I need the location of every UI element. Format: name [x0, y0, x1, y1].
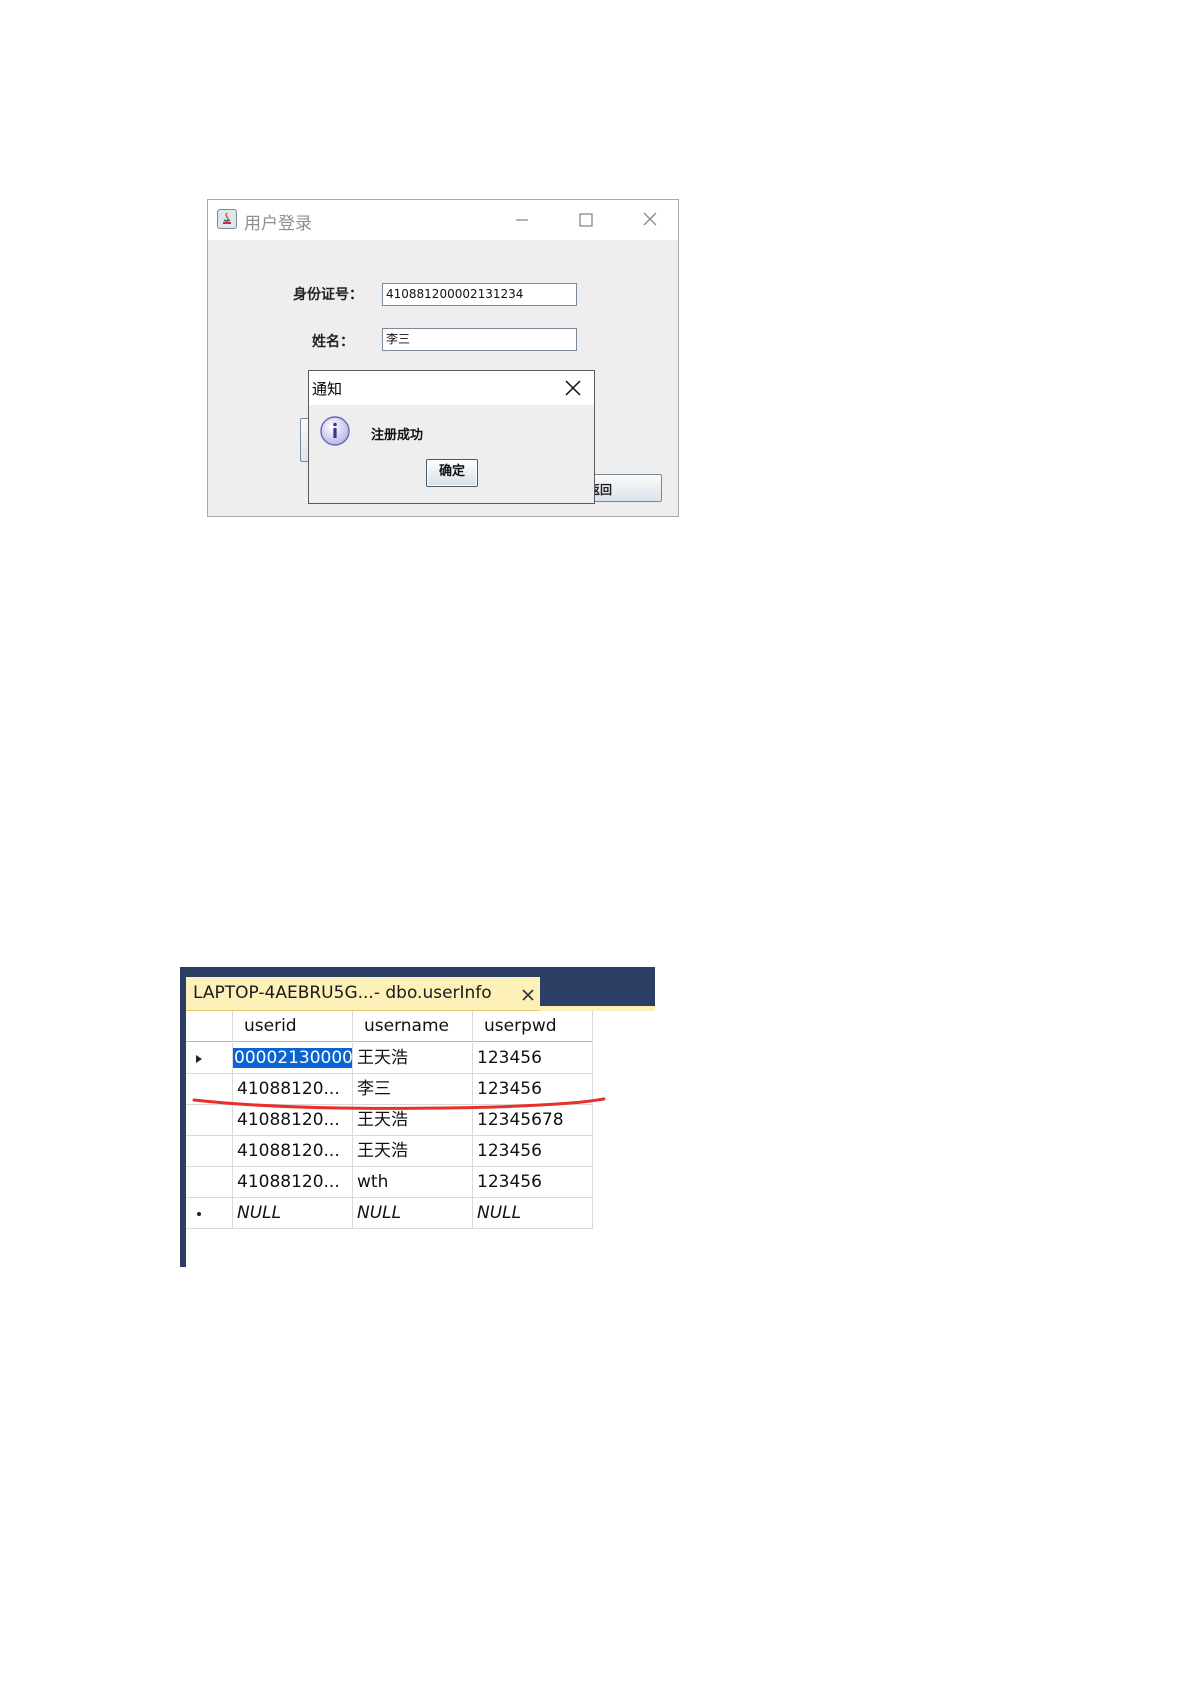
- close-icon[interactable]: [563, 378, 583, 398]
- red-underline-annotation: [192, 1097, 606, 1110]
- close-icon[interactable]: [638, 209, 662, 231]
- dialog-message: 注册成功: [371, 428, 424, 443]
- window-title: 用户登录: [244, 214, 312, 234]
- new-row-asterisk-icon: [197, 1212, 201, 1216]
- cell-userpwd[interactable]: 123456: [473, 1167, 593, 1198]
- window-titlebar: 用户登录: [208, 200, 678, 240]
- cell-userid[interactable]: NULL: [233, 1198, 353, 1229]
- cell-userpwd[interactable]: 123456: [473, 1136, 593, 1167]
- dialog-title: 通知: [312, 380, 343, 398]
- cell-userid[interactable]: 41088120...: [233, 1167, 353, 1198]
- cell-userid[interactable]: 41088120...: [233, 1136, 353, 1167]
- tab-userinfo[interactable]: LAPTOP-4AEBRU5G...- dbo.userInfo: [186, 977, 540, 1011]
- close-icon[interactable]: [521, 988, 535, 1002]
- row-header-corner: [186, 1011, 233, 1042]
- row-selector[interactable]: [186, 1167, 233, 1198]
- current-row-arrow-icon: [196, 1055, 202, 1063]
- id-number-label: 身份证号：: [293, 287, 363, 303]
- new-row[interactable]: NULL NULL NULL: [186, 1198, 596, 1229]
- dialog-titlebar: 通知: [309, 371, 594, 405]
- cell-username[interactable]: 王天浩: [353, 1136, 473, 1167]
- notice-dialog: 通知 注册成功 确定: [308, 370, 595, 504]
- row-selector[interactable]: [186, 1198, 233, 1229]
- row-selector[interactable]: [186, 1136, 233, 1167]
- cell-username[interactable]: NULL: [353, 1198, 473, 1229]
- info-icon: [320, 416, 350, 446]
- grid-header-row: userid username userpwd: [186, 1011, 596, 1042]
- column-header-userpwd[interactable]: userpwd: [473, 1011, 593, 1042]
- name-label: 姓名：: [312, 334, 354, 350]
- name-field[interactable]: 李三: [382, 328, 577, 351]
- java-app-icon: [217, 209, 237, 229]
- cell-userpwd[interactable]: 123456: [473, 1043, 593, 1074]
- ok-button[interactable]: 确定: [426, 459, 478, 487]
- cell-username[interactable]: wth: [353, 1167, 473, 1198]
- tab-title: LAPTOP-4AEBRU5G...- dbo.userInfo: [193, 983, 492, 1003]
- cell-userid[interactable]: 00002130000: [233, 1043, 353, 1074]
- selected-cell-text: 00002130000: [233, 1048, 353, 1068]
- table-row[interactable]: 41088120... wth 123456: [186, 1167, 596, 1198]
- cell-userpwd[interactable]: NULL: [473, 1198, 593, 1229]
- minimize-icon[interactable]: [510, 209, 534, 231]
- maximize-icon[interactable]: [574, 209, 598, 231]
- back-button[interactable]: 返回: [586, 474, 662, 502]
- id-number-field[interactable]: 410881200002131234: [382, 283, 577, 306]
- row-selector[interactable]: [186, 1043, 233, 1074]
- ssms-results-pane: LAPTOP-4AEBRU5G...- dbo.userInfo userid …: [180, 967, 655, 1267]
- column-header-userid[interactable]: userid: [233, 1011, 353, 1042]
- table-row[interactable]: 00002130000 王天浩 123456: [186, 1043, 596, 1074]
- table-row[interactable]: 41088120... 王天浩 123456: [186, 1136, 596, 1167]
- column-header-username[interactable]: username: [353, 1011, 473, 1042]
- cell-username[interactable]: 王天浩: [353, 1043, 473, 1074]
